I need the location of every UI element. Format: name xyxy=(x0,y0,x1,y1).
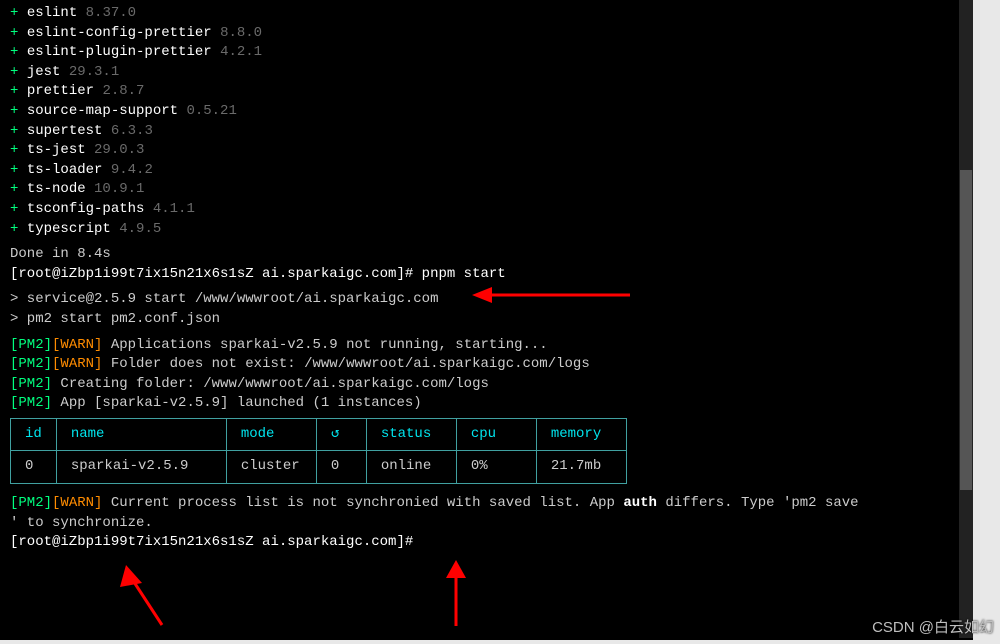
restart-icon: ↻ xyxy=(331,425,339,445)
table-row: 0 sparkai-v2.5.9 cluster 0 online 0% 21.… xyxy=(11,451,627,484)
pm2-warn-line-2: [PM2][WARN] Folder does not exist: /www/… xyxy=(10,355,963,375)
th-mode: mode xyxy=(226,418,316,451)
done-line: Done in 8.4s xyxy=(10,246,111,262)
package-line: + eslint 8.37.0 xyxy=(10,4,963,24)
scrollbar-track[interactable] xyxy=(959,0,973,638)
package-version: 29.3.1 xyxy=(69,64,119,80)
plus-icon: + xyxy=(10,103,18,119)
package-version: 8.8.0 xyxy=(220,25,262,41)
cell-id: 0 xyxy=(11,451,57,484)
plus-icon: + xyxy=(10,201,18,217)
watermark-text: CSDN @白云如幻 xyxy=(872,617,994,638)
cell-status: online xyxy=(366,451,456,484)
plus-icon: + xyxy=(10,123,18,139)
plus-icon: + xyxy=(10,44,18,60)
table-header-row: id name mode ↻ status cpu memory xyxy=(11,418,627,451)
package-line: + source-map-support 0.5.21 xyxy=(10,102,963,122)
plus-icon: + xyxy=(10,5,18,21)
pm2-warn-line-1: [PM2][WARN] Applications sparkai-v2.5.9 … xyxy=(10,336,963,356)
package-line: + tsconfig-paths 4.1.1 xyxy=(10,200,963,220)
plus-icon: + xyxy=(10,142,18,158)
package-name: prettier xyxy=(27,83,94,99)
package-line: + ts-jest 29.0.3 xyxy=(10,141,963,161)
th-memory: memory xyxy=(536,418,626,451)
plus-icon: + xyxy=(10,64,18,80)
package-version: 10.9.1 xyxy=(94,181,144,197)
cell-name: sparkai-v2.5.9 xyxy=(56,451,226,484)
terminal-window[interactable]: + eslint 8.37.0+ eslint-config-prettier … xyxy=(0,0,973,640)
pm2-info-line-1: [PM2] Creating folder: /www/wwwroot/ai.s… xyxy=(10,375,963,395)
th-name: name xyxy=(56,418,226,451)
package-name: ts-node xyxy=(27,181,86,197)
pm2-post-warn-line-1: [PM2][WARN] Current process list is not … xyxy=(10,494,963,514)
plus-icon: + xyxy=(10,221,18,237)
pm2-table: id name mode ↻ status cpu memory 0 spark… xyxy=(10,418,963,484)
plus-icon: + xyxy=(10,181,18,197)
install-output: + eslint 8.37.0+ eslint-config-prettier … xyxy=(10,4,963,239)
package-version: 0.5.21 xyxy=(186,103,236,119)
npm-run-line-1: > service@2.5.9 start /www/wwwroot/ai.sp… xyxy=(10,291,438,307)
plus-icon: + xyxy=(10,83,18,99)
package-name: tsconfig-paths xyxy=(27,201,145,217)
package-name: ts-jest xyxy=(27,142,86,158)
package-version: 4.2.1 xyxy=(220,44,262,60)
th-cpu: cpu xyxy=(456,418,536,451)
package-line: + ts-node 10.9.1 xyxy=(10,180,963,200)
package-name: eslint xyxy=(27,5,77,21)
package-line: + jest 29.3.1 xyxy=(10,63,963,83)
annotation-arrow-icon xyxy=(112,565,172,627)
package-line: + eslint-config-prettier 8.8.0 xyxy=(10,24,963,44)
cell-memory: 21.7mb xyxy=(536,451,626,484)
package-version: 2.8.7 xyxy=(102,83,144,99)
annotation-arrow-icon xyxy=(436,560,476,628)
package-line: + eslint-plugin-prettier 4.2.1 xyxy=(10,43,963,63)
package-name: typescript xyxy=(27,221,111,237)
package-name: jest xyxy=(27,64,61,80)
pm2-post-warn-line-2: ' to synchronize. xyxy=(10,514,963,534)
npm-run-line-2: > pm2 start pm2.conf.json xyxy=(10,311,220,327)
plus-icon: + xyxy=(10,162,18,178)
package-name: source-map-support xyxy=(27,103,178,119)
package-line: + supertest 6.3.3 xyxy=(10,122,963,142)
package-version: 6.3.3 xyxy=(111,123,153,139)
pm2-info-line-2: [PM2] App [sparkai-v2.5.9] launched (1 i… xyxy=(10,394,963,414)
cell-cpu: 0% xyxy=(456,451,536,484)
th-status: status xyxy=(366,418,456,451)
package-name: eslint-config-prettier xyxy=(27,25,212,41)
package-line: + prettier 2.8.7 xyxy=(10,82,963,102)
cell-restart: 0 xyxy=(316,451,366,484)
shell-prompt-1[interactable]: [root@iZbp1i99t7ix15n21x6s1sZ ai.sparkai… xyxy=(10,265,963,285)
package-version: 4.1.1 xyxy=(153,201,195,217)
package-name: eslint-plugin-prettier xyxy=(27,44,212,60)
package-version: 9.4.2 xyxy=(111,162,153,178)
th-id: id xyxy=(11,418,57,451)
package-version: 4.9.5 xyxy=(119,221,161,237)
package-version: 8.37.0 xyxy=(86,5,136,21)
th-restart: ↻ xyxy=(316,418,366,451)
package-line: + typescript 4.9.5 xyxy=(10,220,963,240)
package-line: + ts-loader 9.4.2 xyxy=(10,161,963,181)
scrollbar-thumb[interactable] xyxy=(960,170,972,490)
package-name: supertest xyxy=(27,123,103,139)
plus-icon: + xyxy=(10,25,18,41)
cell-mode: cluster xyxy=(226,451,316,484)
package-name: ts-loader xyxy=(27,162,103,178)
shell-prompt-2[interactable]: [root@iZbp1i99t7ix15n21x6s1sZ ai.sparkai… xyxy=(10,533,963,553)
package-version: 29.0.3 xyxy=(94,142,144,158)
